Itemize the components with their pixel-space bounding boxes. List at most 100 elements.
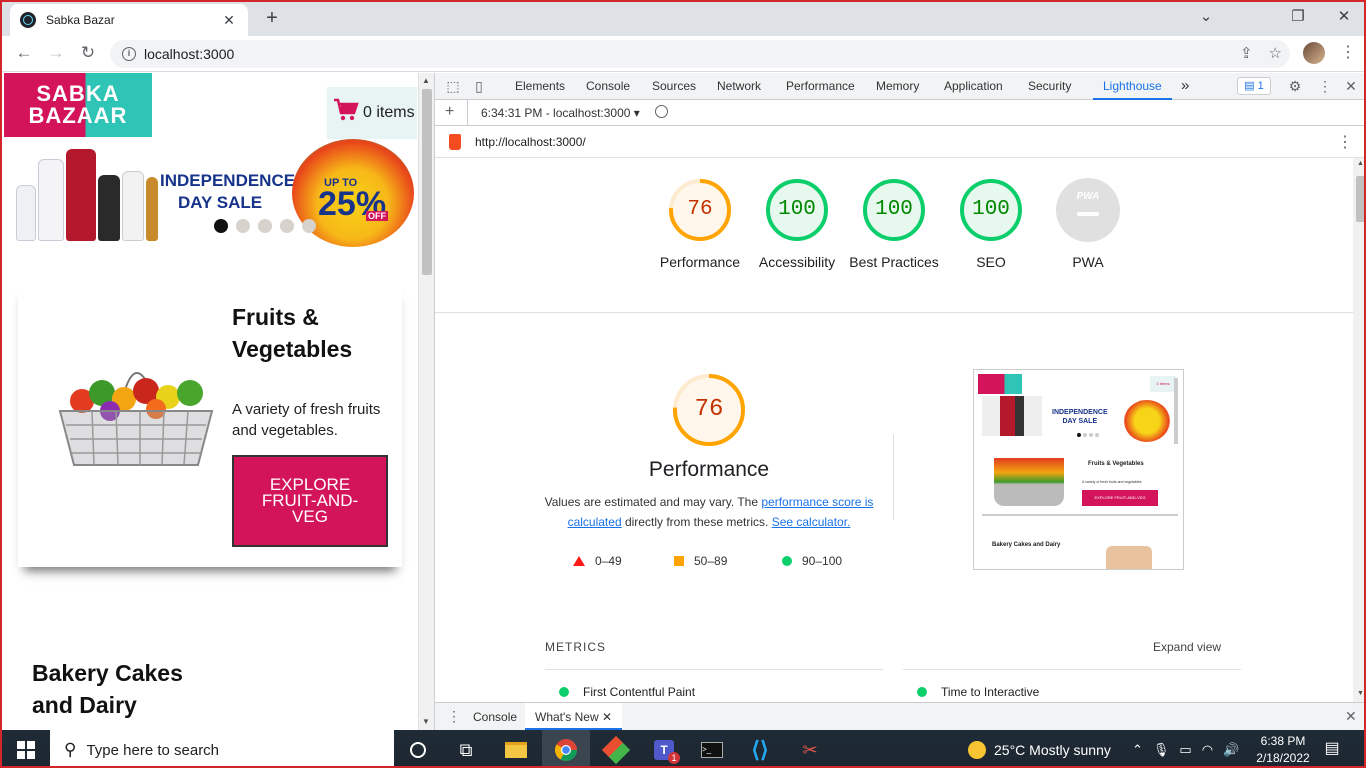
close-devtools-icon[interactable]: ✕ bbox=[1343, 78, 1359, 94]
gauge-accessibility[interactable]: 100 Accessibility bbox=[748, 178, 846, 272]
category-title-bakery: Bakery Cakes and Dairy bbox=[32, 660, 183, 718]
tab-sources[interactable]: Sources bbox=[652, 73, 696, 100]
scrollbar-thumb[interactable] bbox=[422, 89, 432, 275]
close-window-button[interactable]: ✕ bbox=[1324, 6, 1364, 30]
microphone-icon[interactable]: 🎙 bbox=[1153, 742, 1170, 758]
final-screenshot[interactable]: 0 items INDEPENDENCE DAY SALE Fruits & Ve… bbox=[973, 369, 1184, 570]
browser-menu-icon[interactable]: ⋮ bbox=[1340, 42, 1356, 62]
notifications-icon[interactable]: ▤ bbox=[1320, 738, 1344, 762]
scroll-down-icon[interactable]: ▼ bbox=[1357, 690, 1364, 697]
thumb-explore-button: EXPLORE FRUIT-AND-VEG bbox=[1082, 490, 1158, 506]
page-scrollbar[interactable]: ▲ ▼ bbox=[418, 73, 434, 730]
see-calculator-link[interactable]: See calculator. bbox=[772, 515, 851, 529]
bookmark-star-icon[interactable]: ☆ bbox=[1269, 44, 1282, 62]
issues-badge[interactable]: ▤ 1 bbox=[1237, 77, 1271, 95]
address-bar[interactable]: i localhost:3000 ⇪ ☆ bbox=[110, 40, 1290, 68]
tab-strip: Sabka Bazar ✕ + ⌄ ❐ ✕ bbox=[2, 2, 1364, 36]
terminal-icon[interactable]: >_ bbox=[688, 730, 736, 766]
snipping-tool-icon[interactable]: ✂ bbox=[786, 730, 834, 766]
back-icon[interactable]: ← bbox=[12, 42, 36, 66]
report-menu-icon[interactable]: ⋮ bbox=[1337, 132, 1353, 152]
carousel-dot[interactable] bbox=[236, 219, 250, 233]
drawer-menu-icon[interactable]: ⋮ bbox=[447, 708, 461, 725]
new-tab-button[interactable]: + bbox=[260, 8, 284, 30]
search-icon: ⚲ bbox=[64, 740, 77, 759]
carousel-dot[interactable] bbox=[214, 219, 228, 233]
scroll-up-icon[interactable]: ▲ bbox=[1357, 160, 1364, 167]
forward-icon[interactable]: → bbox=[44, 42, 68, 66]
report-selector[interactable]: 6:34:31 PM - localhost:3000 ▾ bbox=[481, 106, 640, 120]
teams-icon[interactable]: T 1 bbox=[640, 730, 688, 766]
expand-view-button[interactable]: Expand view bbox=[1153, 640, 1221, 654]
settings-gear-icon[interactable]: ⚙ bbox=[1287, 78, 1303, 94]
gauge-best-practices[interactable]: 100 Best Practices bbox=[845, 178, 943, 272]
weather-widget[interactable]: 25°C Mostly sunny bbox=[968, 730, 1111, 766]
carousel-dot[interactable] bbox=[258, 219, 272, 233]
red-triangle-icon bbox=[573, 556, 585, 566]
gauge-ring: 100 bbox=[959, 178, 1023, 242]
tab-memory[interactable]: Memory bbox=[876, 73, 919, 100]
new-report-icon[interactable]: + bbox=[445, 103, 454, 121]
vscode-icon[interactable]: ⟨⟩ bbox=[736, 730, 784, 766]
browser-tab[interactable]: Sabka Bazar ✕ bbox=[10, 4, 248, 36]
thumb-basket bbox=[994, 458, 1064, 506]
taskbar-search[interactable]: ⚲ Type here to search bbox=[50, 730, 394, 766]
drawer-tab-console[interactable]: Console bbox=[473, 710, 517, 724]
category-description: A variety of fresh fruits and vegetables… bbox=[232, 401, 381, 439]
cart-button[interactable]: 0 items bbox=[327, 87, 417, 139]
metric-label: First Contentful Paint bbox=[583, 685, 696, 699]
tab-application[interactable]: Application bbox=[944, 73, 1003, 100]
profile-avatar[interactable] bbox=[1303, 42, 1325, 64]
gauge-performance[interactable]: 76 Performance bbox=[651, 178, 749, 272]
gauge-pwa[interactable]: PWA PWA bbox=[1039, 178, 1137, 272]
close-drawer-icon[interactable]: ✕ bbox=[1345, 708, 1357, 725]
scroll-down-icon[interactable]: ▼ bbox=[422, 717, 430, 726]
share-icon[interactable]: ⇪ bbox=[1240, 44, 1253, 62]
report-scrollbar[interactable]: ▲ ▼ bbox=[1353, 158, 1364, 702]
restore-button[interactable]: ❐ bbox=[1278, 6, 1318, 30]
tray-chevron-icon[interactable]: ⌃ bbox=[1132, 742, 1143, 758]
inspect-element-icon[interactable]: ⬚ bbox=[445, 78, 461, 94]
tab-security[interactable]: Security bbox=[1028, 73, 1071, 100]
sabka-bazaar-logo[interactable]: SABKA BAZAAR bbox=[4, 73, 152, 137]
devtools-panel: ⬚ ▯ Elements Console Sources Network Per… bbox=[434, 73, 1364, 730]
cortana-icon[interactable] bbox=[394, 730, 442, 766]
more-tabs-icon[interactable]: » bbox=[1181, 73, 1189, 100]
scroll-up-icon[interactable]: ▲ bbox=[422, 76, 430, 85]
tab-network[interactable]: Network bbox=[717, 73, 761, 100]
performance-score: 76 bbox=[694, 396, 724, 423]
clear-reports-icon[interactable] bbox=[655, 105, 668, 118]
gauge-seo[interactable]: 100 SEO bbox=[942, 178, 1040, 272]
task-view-icon[interactable]: ⧉ bbox=[442, 730, 490, 766]
devtools-menu-icon[interactable]: ⋮ bbox=[1317, 78, 1333, 94]
divider bbox=[435, 312, 1353, 313]
battery-icon[interactable]: ▭ bbox=[1179, 742, 1191, 758]
tab-elements[interactable]: Elements bbox=[515, 73, 565, 100]
banner-title: INDEPENDENCE bbox=[160, 171, 296, 190]
site-info-icon[interactable]: i bbox=[122, 47, 136, 61]
carousel-dot[interactable] bbox=[302, 219, 316, 233]
metric-label: Time to Interactive bbox=[941, 685, 1040, 699]
reload-icon[interactable]: ↻ bbox=[76, 42, 100, 66]
thumb-logo bbox=[978, 374, 1022, 394]
file-explorer-icon[interactable] bbox=[492, 730, 540, 766]
tab-close-icon[interactable]: ✕ bbox=[220, 12, 238, 29]
scrollbar-thumb[interactable] bbox=[1356, 176, 1364, 222]
tab-lighthouse[interactable]: Lighthouse bbox=[1093, 73, 1172, 100]
clock[interactable]: 6:38 PM 2/18/2022 bbox=[1250, 733, 1316, 766]
explore-fruit-and-veg-button[interactable]: EXPLORE FRUIT-AND-VEG bbox=[232, 455, 388, 547]
minimize-button[interactable]: ⌄ bbox=[1186, 6, 1226, 30]
gitkraken-icon[interactable] bbox=[592, 730, 640, 766]
volume-icon[interactable]: 🔊 bbox=[1223, 742, 1239, 758]
windows-start-icon[interactable] bbox=[2, 730, 50, 766]
device-toolbar-icon[interactable]: ▯ bbox=[471, 78, 487, 94]
carousel-dot[interactable] bbox=[280, 219, 294, 233]
offer-carousel[interactable]: INDEPENDENCE DAY SALE UP TO 25% OFF bbox=[10, 139, 414, 249]
tab-performance[interactable]: Performance bbox=[786, 73, 855, 100]
chrome-icon[interactable] bbox=[542, 730, 590, 766]
gauge-ring: 76 bbox=[668, 178, 732, 242]
drawer-tab-whats-new[interactable]: What's New ✕ bbox=[525, 703, 623, 730]
close-drawer-tab-icon[interactable]: ✕ bbox=[602, 710, 612, 724]
wifi-icon[interactable]: ◠ bbox=[1202, 742, 1213, 758]
tab-console[interactable]: Console bbox=[586, 73, 630, 100]
